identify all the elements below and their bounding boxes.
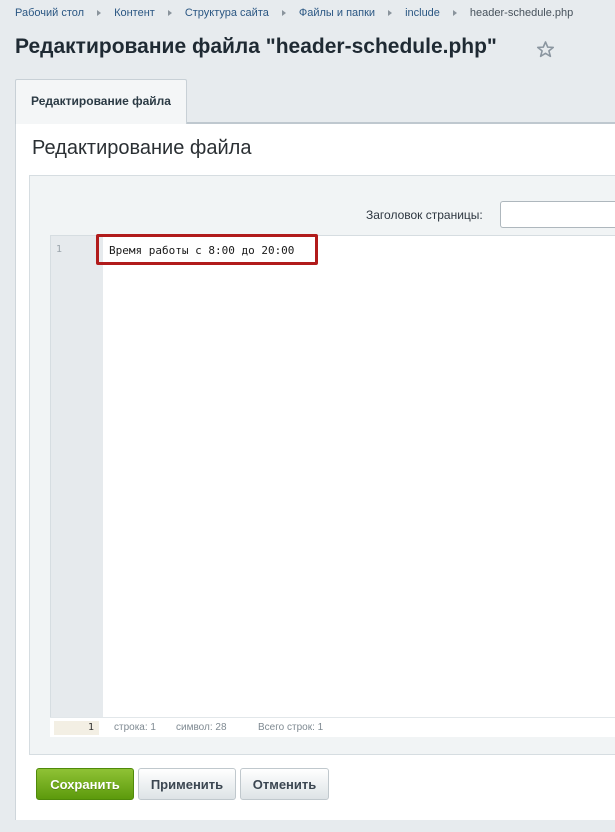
goto-line-field[interactable]: 1 (54, 721, 99, 735)
code-line[interactable]: Время работы с 8:00 до 20:00 (109, 244, 294, 257)
breadcrumb-files-folders[interactable]: Файлы и папки (299, 7, 375, 19)
breadcrumb-arrow-icon (281, 10, 286, 16)
page-title: Редактирование файла "header-schedule.ph… (15, 35, 497, 58)
line-gutter: 1 (51, 236, 103, 717)
editor-status-bar: 1 строка: 1 символ: 28 Всего строк: 1 (50, 717, 615, 737)
breadcrumb-include[interactable]: include (405, 7, 440, 19)
breadcrumb-arrow-icon (97, 10, 102, 16)
breadcrumb-current-file: header-schedule.php (469, 7, 574, 19)
breadcrumb: Рабочий стол Контент Структура сайта Фай… (15, 7, 573, 19)
editor-container: Заголовок страницы: 1 Время работы с 8:0… (29, 175, 615, 755)
breadcrumb-arrow-icon (452, 10, 457, 16)
apply-button[interactable]: Применить (138, 768, 236, 800)
save-button[interactable]: Сохранить (36, 768, 134, 800)
cancel-button[interactable]: Отменить (240, 768, 329, 800)
tab-edit-file[interactable]: Редактирование файла (15, 79, 187, 124)
code-editor[interactable]: 1 Время работы с 8:00 до 20:00 (50, 234, 615, 717)
breadcrumb-site-structure[interactable]: Структура сайта (185, 7, 269, 19)
status-line: строка: 1 (114, 722, 156, 733)
status-total-lines: Всего строк: 1 (258, 722, 324, 733)
line-number: 1 (56, 244, 63, 255)
edit-panel: Редактирование файла Заголовок страницы:… (15, 124, 615, 820)
tabs-bar: Редактирование файла (15, 77, 615, 124)
status-symbol: символ: 28 (176, 722, 227, 733)
breadcrumb-content[interactable]: Контент (114, 7, 155, 19)
breadcrumb-desktop[interactable]: Рабочий стол (15, 7, 84, 19)
page-title-input[interactable] (500, 201, 615, 228)
breadcrumb-arrow-icon (388, 10, 393, 16)
page-title-label: Заголовок страницы: (366, 208, 483, 222)
breadcrumb-arrow-icon (167, 10, 172, 16)
star-icon[interactable] (536, 40, 555, 59)
panel-title: Редактирование файла (32, 137, 252, 159)
